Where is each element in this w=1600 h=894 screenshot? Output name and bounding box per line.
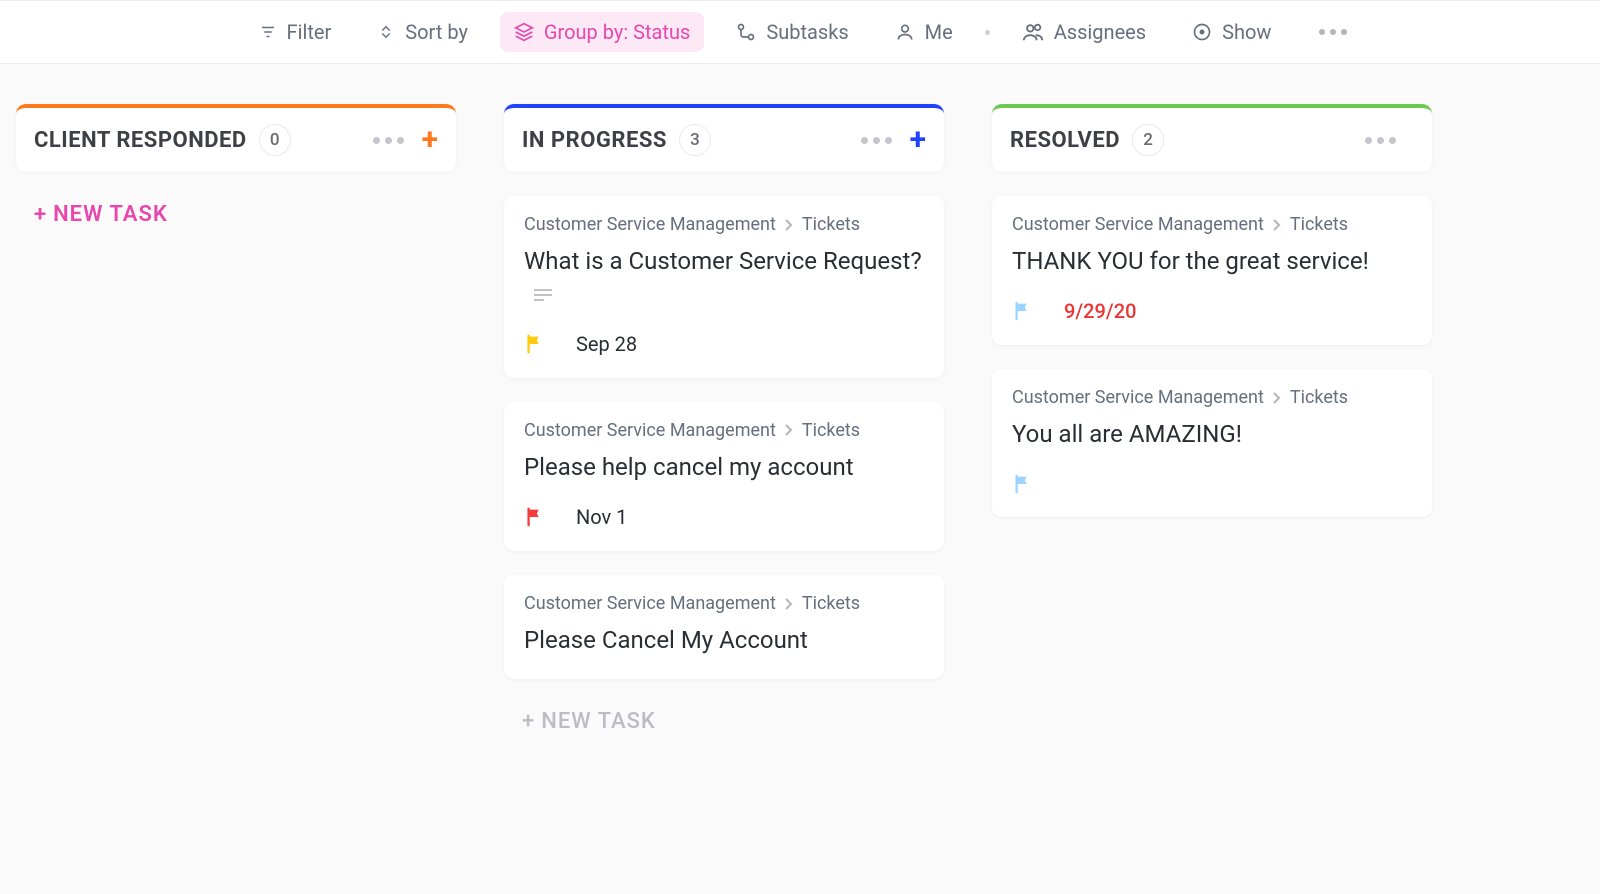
column-header: RESOLVED 2 [992, 104, 1432, 172]
column: IN PROGRESS 3 + Customer Service Management… [504, 104, 944, 740]
breadcrumb-parent: Customer Service Management [1012, 387, 1264, 408]
breadcrumb-parent: Customer Service Management [524, 420, 776, 441]
sortby-button[interactable]: Sort by [363, 12, 482, 52]
column-menu-button[interactable] [855, 131, 898, 150]
column: RESOLVED 2 Customer Service Management Tick… [992, 104, 1432, 541]
breadcrumb-parent: Customer Service Management [524, 214, 776, 235]
chevron-right-icon [784, 218, 794, 232]
breadcrumb-child: Tickets [802, 593, 860, 614]
column-count-badge: 0 [259, 124, 291, 156]
filter-label: Filter [287, 20, 332, 44]
breadcrumb-child: Tickets [802, 420, 860, 441]
task-card[interactable]: Customer Service Management Tickets You al… [992, 369, 1432, 516]
plus-icon: + [34, 202, 47, 227]
card-meta: Sep 28 [524, 332, 924, 356]
subtasks-icon [736, 22, 756, 42]
filter-button[interactable]: Filter [245, 12, 346, 52]
chevron-right-icon [784, 597, 794, 611]
flag-icon [524, 333, 546, 355]
new-task-button[interactable]: + NEW TASK [504, 703, 944, 740]
layers-icon [514, 22, 534, 42]
me-button[interactable]: Me [881, 12, 967, 52]
breadcrumb-child: Tickets [802, 214, 860, 235]
board: CLIENT RESPONDED0++ NEW TASKIN PROGRESS3… [0, 64, 1600, 780]
add-task-button[interactable]: + [422, 125, 438, 155]
breadcrumb-child: Tickets [1290, 387, 1348, 408]
show-label: Show [1222, 20, 1271, 44]
column-title: CLIENT RESPONDED [34, 128, 247, 153]
assignees-label: Assignees [1054, 20, 1146, 44]
breadcrumb-parent: Customer Service Management [524, 593, 776, 614]
chevron-right-icon [1272, 391, 1282, 405]
subtasks-label: Subtasks [766, 20, 848, 44]
new-task-button[interactable]: + NEW TASK [16, 196, 456, 233]
chevron-right-icon [784, 423, 794, 437]
toolbar: Filter Sort by Group by: Status Subtasks… [0, 0, 1600, 64]
breadcrumb-parent: Customer Service Management [1012, 214, 1264, 235]
column-count-badge: 3 [679, 124, 711, 156]
card-meta: 9/29/20 [1012, 299, 1412, 323]
column-count-badge: 2 [1132, 124, 1164, 156]
new-task-label: NEW TASK [53, 202, 168, 227]
people-icon [1022, 21, 1044, 43]
task-card[interactable]: Customer Service Management Tickets Please… [504, 575, 944, 678]
card-title: THANK YOU for the great service! [1012, 245, 1412, 277]
due-date: 9/29/20 [1064, 299, 1136, 323]
breadcrumb: Customer Service Management Tickets [1012, 387, 1412, 408]
flag-icon [1012, 473, 1034, 495]
task-card[interactable]: Customer Service Management Tickets What i… [504, 196, 944, 378]
assignees-button[interactable]: Assignees [1008, 12, 1160, 52]
task-card[interactable]: Customer Service Management Tickets THANK … [992, 196, 1432, 345]
separator-dot [985, 30, 990, 35]
breadcrumb: Customer Service Management Tickets [1012, 214, 1412, 235]
add-task-button[interactable]: + [910, 125, 926, 155]
breadcrumb: Customer Service Management Tickets [524, 214, 924, 235]
column-title: IN PROGRESS [522, 128, 667, 153]
due-date: Sep 28 [576, 332, 637, 356]
column-header: IN PROGRESS 3 + [504, 104, 944, 172]
card-title: What is a Customer Service Request? [524, 245, 924, 310]
card-title: You all are AMAZING! [1012, 418, 1412, 450]
card-meta [1012, 473, 1412, 495]
card-title: Please Cancel My Account [524, 624, 924, 656]
plus-icon: + [522, 709, 535, 734]
flag-icon [1012, 300, 1034, 322]
breadcrumb: Customer Service Management Tickets [524, 420, 924, 441]
column-menu-button[interactable] [1359, 131, 1402, 150]
person-icon [895, 22, 915, 42]
toolbar-overflow-button[interactable] [1311, 21, 1355, 43]
sortby-label: Sort by [405, 20, 468, 44]
due-date: Nov 1 [576, 505, 627, 529]
show-icon [1192, 22, 1212, 42]
description-icon [534, 288, 552, 302]
new-task-label: NEW TASK [541, 709, 656, 734]
column-menu-button[interactable] [367, 131, 410, 150]
column-title: RESOLVED [1010, 128, 1120, 153]
breadcrumb: Customer Service Management Tickets [524, 593, 924, 614]
filter-icon [259, 23, 277, 41]
flag-icon [524, 506, 546, 528]
card-title: Please help cancel my account [524, 451, 924, 483]
column-header: CLIENT RESPONDED 0 + [16, 104, 456, 172]
subtasks-button[interactable]: Subtasks [722, 12, 862, 52]
task-card[interactable]: Customer Service Management Tickets Please… [504, 402, 944, 551]
column: CLIENT RESPONDED0++ NEW TASK [16, 104, 456, 233]
card-meta: Nov 1 [524, 505, 924, 529]
sort-icon [377, 23, 395, 41]
me-label: Me [925, 20, 953, 44]
chevron-right-icon [1272, 218, 1282, 232]
show-button[interactable]: Show [1178, 12, 1285, 52]
groupby-button[interactable]: Group by: Status [500, 12, 704, 52]
breadcrumb-child: Tickets [1290, 214, 1348, 235]
groupby-label: Group by: Status [544, 20, 690, 44]
